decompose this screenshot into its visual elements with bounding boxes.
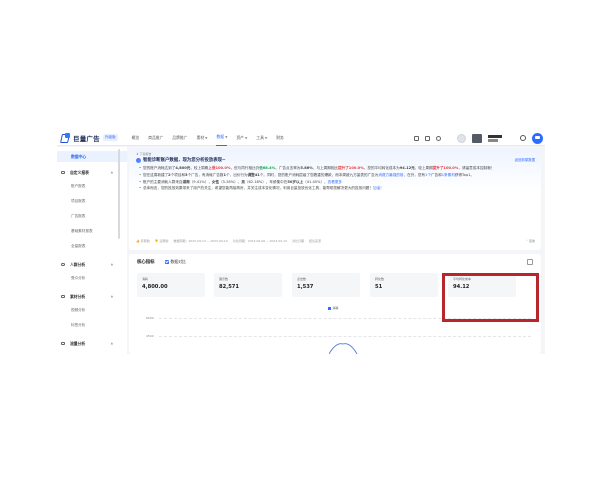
nav-right-tools: [414, 130, 545, 146]
sidebar-item-audience-analysis[interactable]: 受众分析: [57, 276, 127, 281]
compare-date-link[interactable]: 对比日期: [292, 239, 304, 243]
metric-card-conversions[interactable]: 转化数 51: [370, 273, 438, 297]
see-more-link[interactable]: 查看更多: [328, 180, 342, 184]
chevron-down-icon: ▼: [205, 135, 208, 140]
sidebar: 数据中心 自定义报表 ▲ 账户报表 项目报表 广告报表 基础素材报表 全量报表 …: [57, 147, 127, 354]
account-switcher[interactable]: [488, 134, 502, 142]
nav-item-product-promo[interactable]: 商品推广: [148, 130, 163, 146]
not-helpful-button[interactable]: 👎 没帮助: [155, 239, 169, 243]
top-ads-link[interactable]: 消费力最强的前: [378, 173, 403, 177]
metric-card-spend[interactable]: 消耗 4,800.00: [137, 273, 205, 297]
assistant-robot-icon[interactable]: [532, 132, 543, 144]
data-compare-checkbox[interactable]: 数据对比: [165, 259, 186, 265]
app-logo[interactable]: 巨量广告 升级版: [61, 133, 118, 143]
help-icon[interactable]: [436, 135, 441, 141]
top-navigation: 巨量广告 升级版 概览 商品推广 品牌推广 素材 ▼ 数据 ▼ 资产 ▼ 工具 ▼ 财务: [57, 130, 545, 146]
sidebar-item-full-report[interactable]: 全量报表: [57, 244, 127, 249]
people-icon: [61, 262, 65, 266]
nav-menu: 概览 商品推广 品牌推广 素材 ▼ 数据 ▼ 资产 ▼ 工具 ▼ 财务: [132, 130, 284, 146]
conclusion-source-link[interactable]: 结论来源: [309, 239, 321, 243]
bullet-audience: 账户的主要消耗人群来自湖南（9.41%），女性（5.28%），男（62.18%）…: [139, 180, 524, 185]
sidebar-group-material[interactable]: 素材分析 ▲: [57, 294, 127, 300]
chevron-up-icon: ▲: [110, 341, 113, 345]
metric-value: 51: [375, 284, 383, 290]
line-chart-peak: [329, 343, 358, 354]
report-footer: 👍 有帮助 👎 没帮助 数据周期：2023-09-13 ~ 2023-09-19…: [136, 239, 321, 243]
report-icon: [61, 170, 65, 174]
account-image: [472, 133, 482, 143]
bullet-new-ads: 您在这周新建了2个项目和3个广告，有消耗广告数1个，出价行为调整41个。同时，您…: [139, 173, 524, 178]
metric-label: 消耗: [142, 277, 149, 281]
nav-item-overview[interactable]: 概览: [132, 130, 140, 146]
report-bullets: 您的账户消耗达到了4,800元，较上周期上涨100.0%，但与同行相比仍低68.…: [139, 166, 524, 193]
chevron-down-icon: ▼: [244, 135, 248, 140]
bullet-spend: 您的账户消耗达到了4,800元，较上周期上涨100.0%，但与同行相比仍低68.…: [139, 166, 524, 171]
nav-item-assets[interactable]: 资产 ▼: [236, 130, 247, 146]
nav-item-brand-promo[interactable]: 品牌推广: [172, 130, 187, 146]
top-material-link[interactable]: 1条素材: [442, 173, 455, 177]
chevron-up-icon: ▲: [110, 262, 113, 266]
sidebar-item-account-report[interactable]: 账户报表: [57, 184, 127, 189]
bullet-summary: 总体而言，您的投放效果带来了用户的关注，希望您能再接再厉，并关注成本变化情况，利…: [139, 186, 524, 191]
report-title: 智能诊断账户数据，现为您分析投放表现~: [136, 157, 226, 163]
checkbox-checked-icon: [165, 260, 169, 264]
nav-item-finance[interactable]: 财务: [276, 130, 284, 146]
metric-card-clicks[interactable]: 点击数 1,537: [292, 273, 360, 297]
chevron-down-icon: ▼: [225, 135, 228, 139]
chevron-up-icon: ▲: [110, 170, 113, 174]
sidebar-group-custom-reports[interactable]: 自定义报表 ▲: [57, 170, 127, 176]
metric-label: 点击数: [297, 277, 307, 281]
legend-swatch: [328, 306, 331, 310]
metric-label: 转化数: [375, 277, 385, 281]
data-period: 数据周期：2023-09-13 ~ 2023-09-19: [173, 239, 228, 243]
back-to-data-link[interactable]: 返回到原数据: [515, 157, 535, 162]
sidebar-group-audience[interactable]: 人群分析 ▲: [57, 262, 127, 268]
sidebar-item-video-analysis[interactable]: 视频分析: [57, 308, 127, 313]
metric-value: 82,571: [219, 284, 240, 290]
briefcase-icon[interactable]: [414, 135, 419, 141]
traffic-icon: [61, 341, 65, 345]
chevron-up-icon: ▲: [110, 294, 113, 298]
account-id-redacted: [488, 139, 498, 142]
ai-spark-icon: [136, 157, 141, 163]
metric-label: 展示数: [219, 277, 229, 281]
logo-mark-icon: [61, 133, 71, 142]
account-name-redacted: [488, 135, 502, 138]
y-tick-label: 6000: [146, 316, 154, 320]
chevron-down-icon: ▼: [264, 135, 268, 140]
sidebar-scrollbar[interactable]: [118, 149, 120, 239]
sidebar-group-traffic[interactable]: 流量分析 ▲: [57, 341, 127, 347]
grid-line: [159, 336, 531, 337]
image-icon: [61, 294, 65, 298]
avatar[interactable]: [457, 133, 466, 143]
collapse-button[interactable]: ⌃ 回收: [526, 239, 535, 243]
sidebar-item-ad-report[interactable]: 广告报表: [57, 214, 127, 219]
y-tick-label: 4500: [146, 334, 154, 338]
sidebar-item-project-report[interactable]: 项目报表: [57, 199, 127, 204]
chart-legend[interactable]: 消耗: [328, 306, 339, 310]
metric-value: 4,800.00: [142, 284, 168, 290]
sidebar-item-data-center[interactable]: 数据中心: [57, 151, 127, 162]
download-report-link[interactable]: ⬇ 下载报告: [136, 152, 151, 156]
sidebar-item-tag-analysis[interactable]: 标签分析: [57, 323, 127, 328]
document-icon[interactable]: [425, 135, 430, 141]
helpful-button[interactable]: 👍 有帮助: [136, 239, 150, 243]
gear-icon[interactable]: [520, 135, 526, 141]
nav-item-data[interactable]: 数据 ▼: [216, 130, 228, 146]
metric-card-impressions[interactable]: 展示数 82,571: [214, 273, 282, 297]
core-metrics-title: 核心指标: [137, 260, 155, 265]
nav-item-tools[interactable]: 工具 ▼: [256, 130, 267, 146]
nav-item-creative[interactable]: 素材 ▼: [197, 130, 208, 146]
sidebar-item-material-report[interactable]: 基础素材报表: [57, 229, 127, 234]
highlight-box: [442, 273, 539, 322]
metric-value: 1,537: [297, 284, 314, 290]
main-content: ⬇ 下载报告 智能诊断账户数据，现为您分析投放表现~ 返回到原数据 您的账户消耗…: [129, 147, 545, 354]
settings-icon[interactable]: [527, 259, 533, 265]
logo-text: 巨量广告: [73, 134, 100, 143]
diagnosis-report-card: ⬇ 下载报告 智能诊断账户数据，现为您分析投放表现~ 返回到原数据 您的账户消耗…: [129, 150, 541, 250]
version-tag: 升级版: [102, 134, 118, 141]
compare-period: 对比周期：2023-09-06 ~ 2023-09-12: [232, 239, 288, 243]
